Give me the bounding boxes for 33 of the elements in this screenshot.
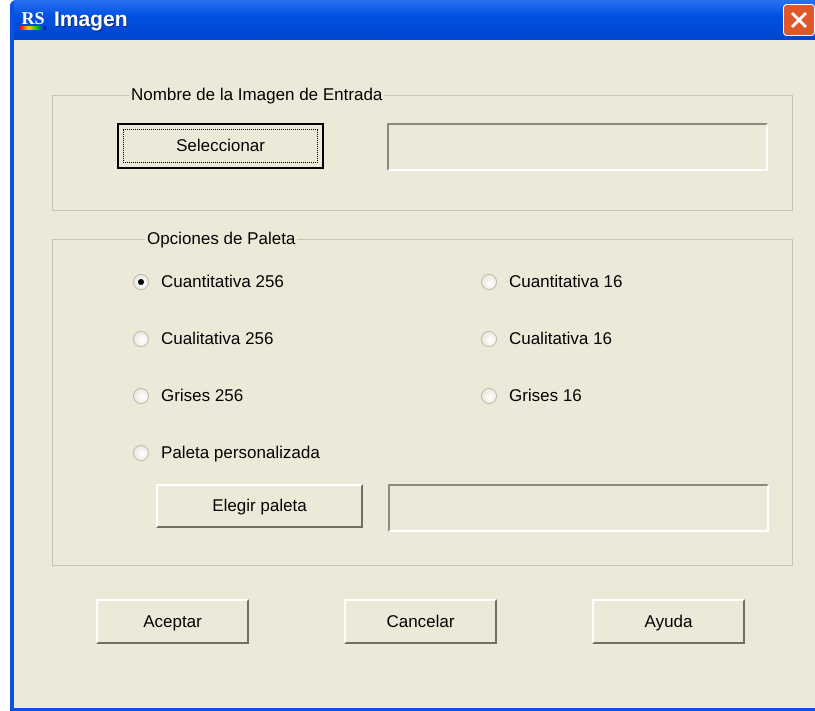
group-title: Opciones de Paleta xyxy=(146,229,296,249)
input-field[interactable] xyxy=(387,123,768,171)
option-label: Cuantitativa 256 xyxy=(161,272,284,292)
radio-option[interactable]: Cualitativa 16 xyxy=(481,326,741,352)
window-title: Imagen xyxy=(54,8,129,32)
select-button[interactable]: Seleccionar xyxy=(117,123,324,169)
radio-option[interactable]: Cualitativa 256 xyxy=(133,326,481,352)
close-button[interactable] xyxy=(783,4,815,36)
option-label: Grises 16 xyxy=(509,386,582,406)
option-label: Cualitativa 16 xyxy=(509,329,612,349)
option-label: Grises 256 xyxy=(161,386,244,406)
option-label: Cualitativa 256 xyxy=(161,329,274,349)
choose-palette-button[interactable]: Elegir paleta xyxy=(156,484,363,528)
dialog-button[interactable]: Aceptar xyxy=(96,599,249,644)
radio-button[interactable] xyxy=(481,331,497,347)
input-field[interactable] xyxy=(388,484,769,532)
option-label: Paleta personalizada xyxy=(161,443,320,463)
radio-button[interactable] xyxy=(481,388,497,404)
radio-button[interactable] xyxy=(133,388,149,404)
radio-option[interactable]: Cuantitativa 256 xyxy=(133,269,481,295)
radio-option[interactable]: Cuantitativa 16 xyxy=(481,269,741,295)
radio-button[interactable] xyxy=(481,274,497,290)
group-title: Nombre de la Imagen de Entrada xyxy=(130,85,384,105)
radio-option[interactable]: Grises 16 xyxy=(481,383,741,409)
radio-button[interactable] xyxy=(133,445,149,461)
option-label: Cuantitativa 16 xyxy=(509,272,622,292)
dialog-button[interactable]: Cancelar xyxy=(344,599,497,644)
dialog-button[interactable]: Ayuda xyxy=(592,599,745,644)
radio-option[interactable]: Grises 256 xyxy=(133,383,481,409)
close-icon xyxy=(789,10,809,30)
radio-button[interactable] xyxy=(133,274,149,290)
radio-option[interactable]: Paleta personalizada xyxy=(133,440,481,466)
radio-button[interactable] xyxy=(133,331,149,347)
